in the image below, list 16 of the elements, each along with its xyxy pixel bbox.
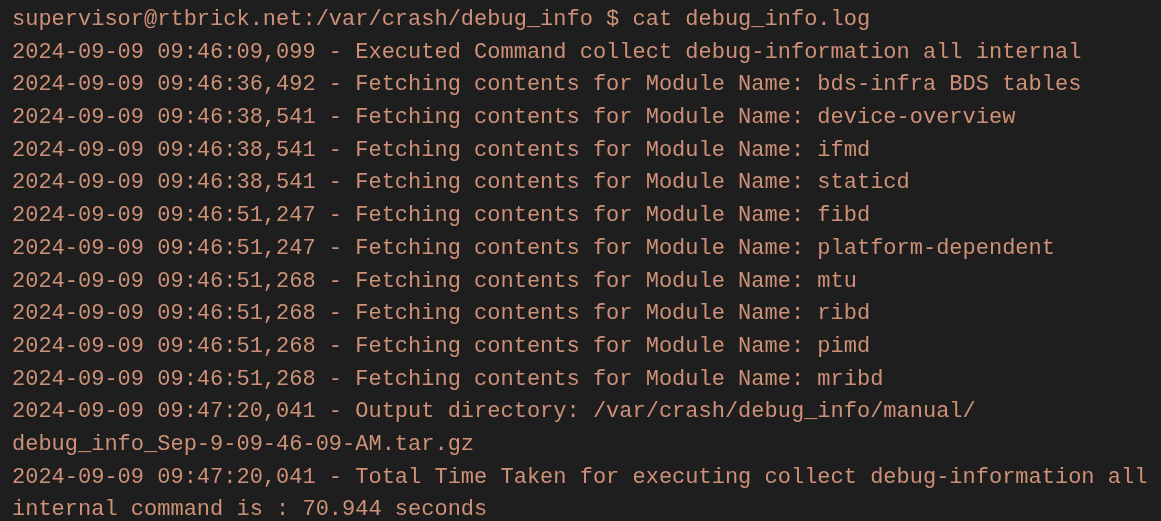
terminal-line: 2024-09-09 09:46:51,268 - Fetching contents for Module Name: mribd bbox=[12, 365, 884, 394]
terminal-line: 2024-09-09 09:46:51,268 - Fetching contents for Module Name: ribd bbox=[12, 300, 871, 329]
terminal-line: 2024-09-09 09:46:38,541 - Fetching contents for Module Name: device-overview bbox=[12, 104, 1016, 133]
terminal-line: 2024-09-09 09:47:20,041 - Total Time Taken for executing collect debug-information all bbox=[12, 463, 1148, 492]
terminal-line: 2024-09-09 09:46:51,247 - Fetching contents for Module Name: platform-dependent bbox=[12, 234, 1055, 263]
terminal-line: 2024-09-09 09:46:51,268 - Fetching contents for Module Name: mtu bbox=[12, 267, 857, 296]
terminal-line: 2024-09-09 09:47:20,041 - Output directory: /var/crash/debug_info/manual/ bbox=[12, 398, 976, 427]
terminal-line: debug_info_Sep-9-09-46-09-AM.tar.gz bbox=[12, 430, 475, 459]
terminal-line: 2024-09-09 09:46:09,099 - Executed Command collect debug-information all internal bbox=[12, 38, 1082, 67]
terminal-line: 2024-09-09 09:46:51,247 - Fetching contents for Module Name: fibd bbox=[12, 202, 871, 231]
terminal-line: 2024-09-09 09:46:51,268 - Fetching contents for Module Name: pimd bbox=[12, 332, 871, 361]
terminal-line: 2024-09-09 09:46:38,541 - Fetching contents for Module Name: ifmd bbox=[12, 136, 871, 165]
terminal-line: 2024-09-09 09:46:38,541 - Fetching contents for Module Name: staticd bbox=[12, 169, 910, 198]
terminal-line: 2024-09-09 09:46:36,492 - Fetching contents for Module Name: bds-infra BDS tables bbox=[12, 71, 1082, 100]
terminal-line: internal command is : 70.944 seconds bbox=[12, 496, 488, 521]
terminal-line: supervisor@rtbrick.net:/var/crash/debug_info $ cat debug_info.log bbox=[12, 6, 871, 34]
